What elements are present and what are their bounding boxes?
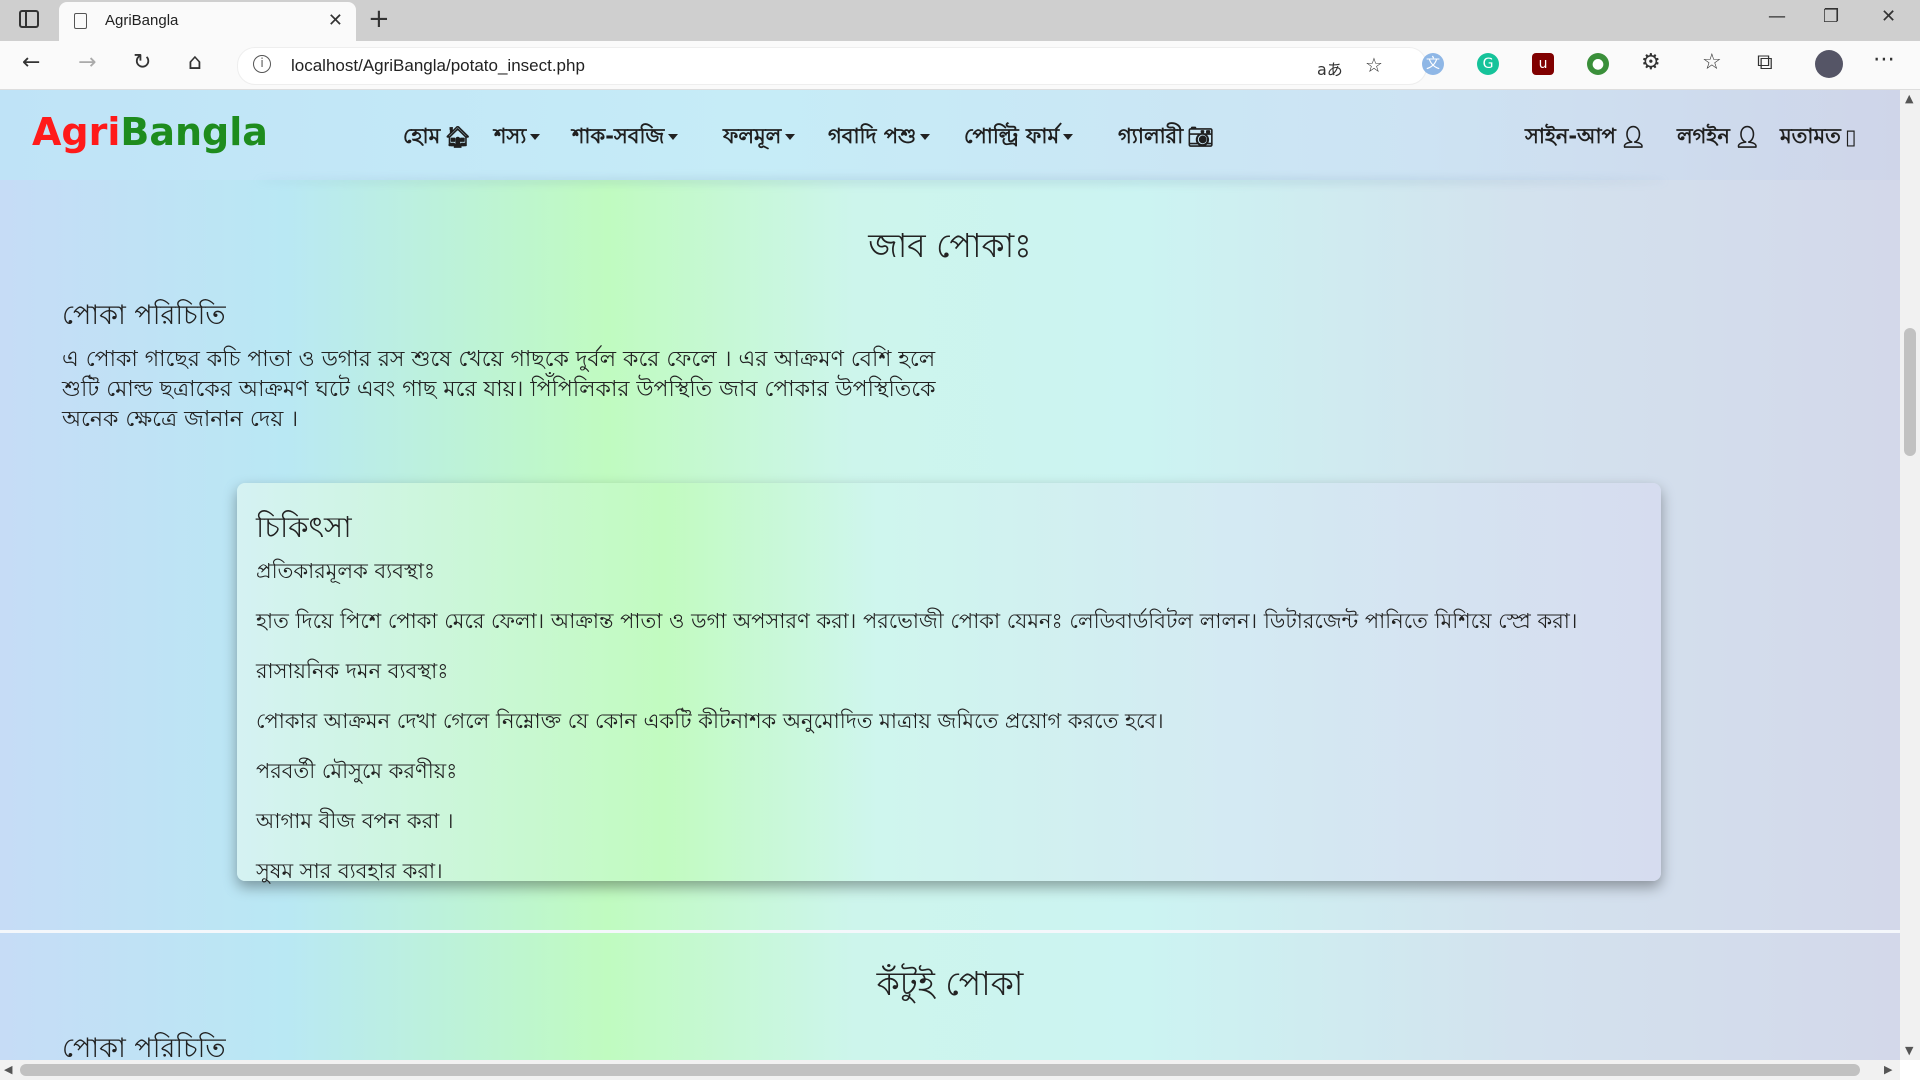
back-icon[interactable]: ← [22,50,40,75]
tab-close-icon[interactable]: ✕ [328,10,343,31]
grammarly-extension-icon[interactable]: G [1477,53,1499,75]
user-icon: 👤︎ [1733,124,1761,149]
nav-home[interactable]: হোম 🏠︎ [403,120,471,155]
url-text[interactable]: localhost/AgriBangla/potato_insect.php [291,56,585,76]
chemical-text: পোকার আক্রমন দেখা গেলে নিম্নোক্ত যে কোন … [256,709,1164,733]
chevron-down-icon [668,134,679,140]
nav-vegetables-label: শাক-সবজি [572,124,665,148]
refresh-icon[interactable]: ↻ [133,50,151,75]
vertical-scrollbar[interactable]: ▲ ▼ [1900,90,1920,1060]
nav-fruits-label: ফলমূল [723,124,782,148]
section-divider [0,930,1900,933]
nav-vegetables[interactable]: শাক-সবজি [572,120,679,155]
brand-part2: Bangla [120,110,268,154]
brand-logo[interactable]: AgriBangla [32,110,268,154]
site-navbar: AgriBangla হোম 🏠︎ শস্য শাক-সবজি ফলমূল গবা… [0,90,1900,180]
next-season-item: আগাম বীজ বপন করা । [256,809,454,833]
toolbar: ← → ↻ ⌂ i localhost/AgriBangla/potato_in… [0,41,1920,90]
home-icon: 🏠︎ [444,124,471,149]
nav-feedback-label: মতামত [1780,124,1841,148]
globe-extension-icon[interactable]: ● [1587,53,1609,75]
chevron-down-icon [1063,134,1074,140]
minimize-icon[interactable]: — [1768,6,1786,27]
read-aloud-icon[interactable]: aあ [1317,56,1343,80]
close-window-icon[interactable]: ✕ [1881,6,1896,27]
nav-crops[interactable]: শস্য [494,120,541,155]
vertical-scroll-thumb[interactable] [1904,328,1916,456]
next-season-label: পরবর্তী মৌসুমে করণীয়ঃ [256,759,458,783]
forward-icon[interactable]: → [78,50,96,75]
camera-icon: 📷︎ [1187,124,1214,149]
nav-crops-label: শস্য [494,124,527,148]
more-menu-icon[interactable]: ⋯ [1873,47,1895,72]
tab-strip: AgriBangla ✕ + — ❐ ✕ [0,0,1920,41]
nav-home-label: হোম [403,124,441,148]
horizontal-scrollbar[interactable]: ◀ ▶ [0,1060,1900,1080]
preventive-text: হাত দিয়ে পিশে পোকা মেরে ফেলা। আক্রান্ত … [256,609,1578,633]
nav-poultry[interactable]: পোল্ট্রি ফার্ম [964,120,1074,155]
profile-avatar[interactable] [1815,50,1843,78]
nav-gallery-label: গ্যালারী [1118,124,1184,148]
site-info-icon[interactable]: i [253,55,271,73]
nav-livestock-label: গবাদি পশু [828,124,917,148]
next-season-item: সুষম সার ব্যবহার করা। [256,859,443,883]
insect-intro-line: এ পোকা গাছের কচি পাতা ও ডগার রস শুষে খেয… [62,347,936,372]
insect-intro-line: অনেক ক্ষেত্রে জানান দেয় । [62,407,299,432]
user-plus-icon: 👤︎ [1619,124,1647,149]
treatment-heading: চিকিৎসা [256,510,352,544]
add-favorite-icon[interactable]: ☆ [1365,53,1383,77]
nav-poultry-label: পোল্ট্রি ফার্ম [964,124,1060,148]
nav-signup-label: সাইন-আপ [1525,124,1616,148]
preventive-label: প্রতিকারমূলক ব্যবস্থাঃ [256,559,436,583]
restore-icon[interactable]: ❐ [1823,6,1839,27]
nav-livestock[interactable]: গবাদি পশু [828,120,931,155]
translate-extension-icon[interactable]: 文 [1422,53,1444,75]
treatment-card: চিকিৎসা প্রতিকারমূলক ব্যবস্থাঃ হাত দিয়ে… [237,483,1661,883]
page-viewport: AgriBangla হোম 🏠︎ শস্য শাক-সবজি ফলমূল গবা… [0,90,1900,1060]
nav-signup[interactable]: সাইন-আপ 👤︎ [1525,120,1647,155]
chevron-down-icon [785,134,796,140]
new-tab-icon[interactable]: + [368,4,390,34]
horizontal-scroll-thumb[interactable] [20,1064,1860,1076]
extensions-icon[interactable]: ⚙ [1641,50,1661,75]
collections-icon[interactable]: ⧉ [1757,50,1773,75]
scroll-down-icon[interactable]: ▼ [1905,1044,1913,1057]
insect-intro-line: শুটি মোল্ড ছত্রাকের আক্রমণ ঘটে এবং গাছ ম… [62,377,936,402]
nav-fruits[interactable]: ফলমূল [723,120,796,155]
browser-tab[interactable]: AgriBangla ✕ [59,2,356,41]
mobile-icon: ▯ [1844,125,1857,149]
nav-gallery[interactable]: গ্যালারী 📷︎ [1118,120,1214,155]
section2-title: কঁটুই পোকা [876,964,1024,1003]
scroll-left-icon[interactable]: ◀ [4,1063,12,1076]
chevron-down-icon [920,134,931,140]
home-icon[interactable]: ⌂ [188,50,202,75]
chevron-down-icon [530,134,541,140]
nav-login-label: লগইন [1677,124,1730,148]
ublock-extension-icon[interactable]: u [1532,53,1554,75]
brand-part1: Agri [32,110,121,154]
chemical-label: রাসায়নিক দমন ব্যবস্থাঃ [256,659,449,683]
navbar-shadow [256,178,1666,184]
section2-intro-heading: পোকা পরিচিতি [62,1033,226,1060]
nav-feedback[interactable]: মতামত ▯ [1780,120,1857,155]
scroll-up-icon[interactable]: ▲ [1905,92,1913,105]
tab-title: AgriBangla [105,12,179,29]
page-icon [74,13,87,29]
insect-intro-heading: পোকা পরিচিতি [62,300,226,331]
nav-login[interactable]: লগইন 👤︎ [1677,120,1761,155]
tab-actions-icon[interactable] [19,10,39,28]
address-bar[interactable]: i localhost/AgriBangla/potato_insect.php… [237,47,1427,85]
scroll-right-icon[interactable]: ▶ [1884,1063,1892,1076]
favorites-icon[interactable]: ☆ [1702,50,1722,75]
section-title: জাব পোকাঃ [868,226,1032,265]
